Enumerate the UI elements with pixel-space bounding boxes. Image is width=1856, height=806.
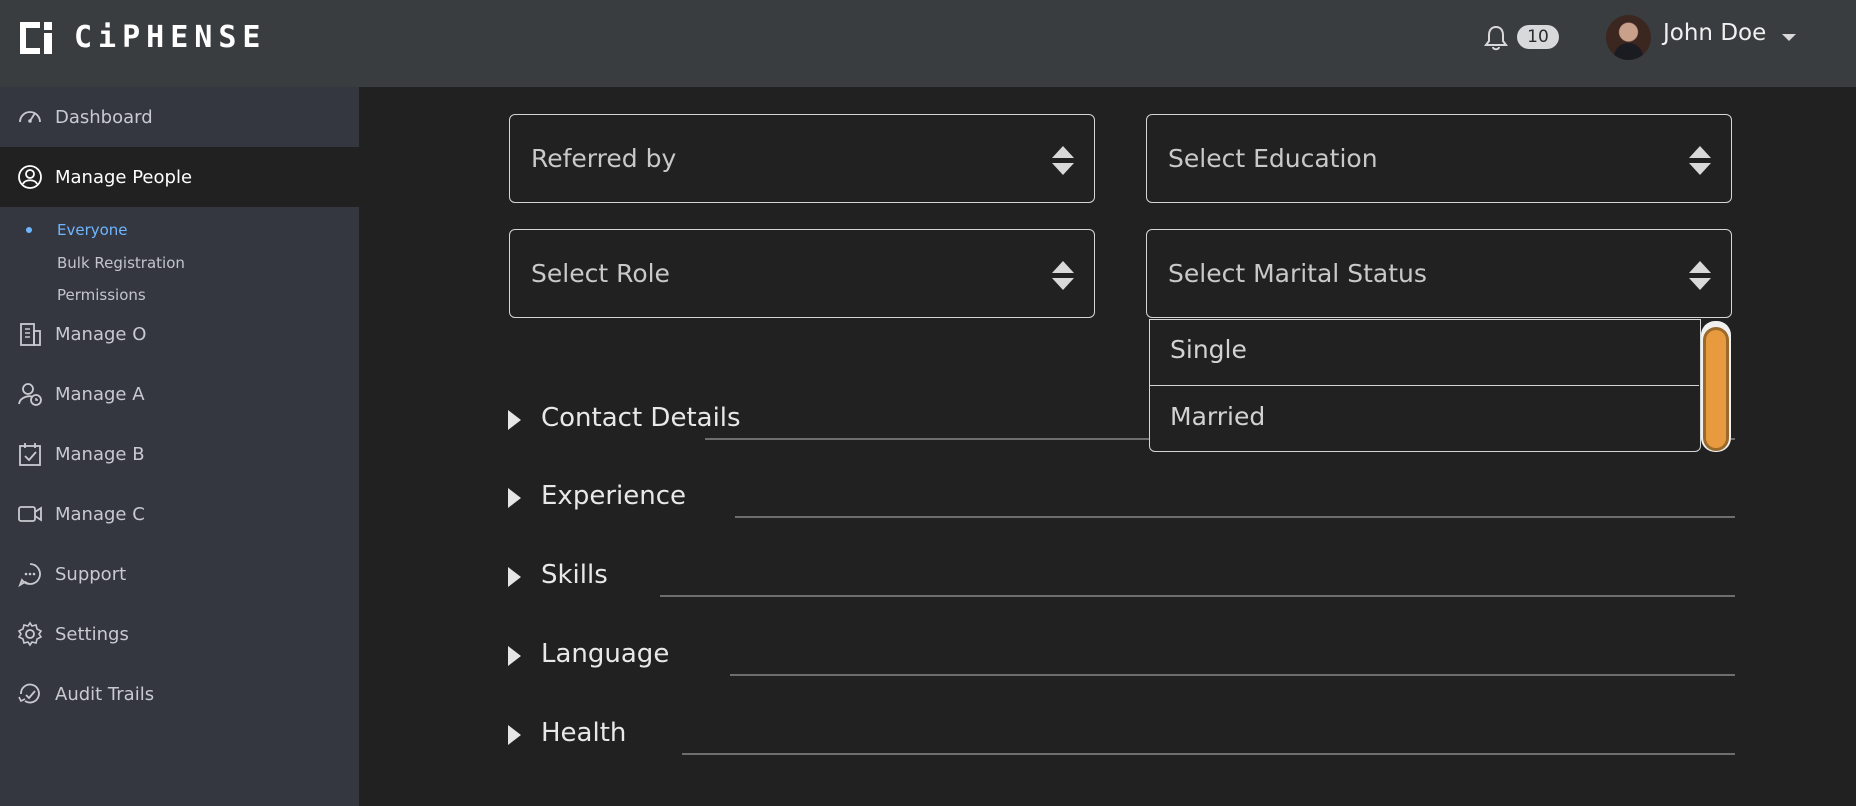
sidebar-item-label: Dashboard	[55, 106, 153, 128]
section-title: Skills	[541, 560, 608, 590]
referred-by-select[interactable]: Referred by	[509, 114, 1095, 203]
sidebar-item-label: Manage C	[55, 503, 145, 525]
section-title: Language	[541, 639, 670, 669]
dropdown-scroll-thumb[interactable]	[1703, 327, 1729, 451]
video-camera-icon	[17, 501, 43, 527]
marital-status-select[interactable]: Select Marital Status	[1146, 229, 1732, 318]
user-clock-icon	[17, 381, 43, 407]
select-value: Select Role	[531, 259, 670, 288]
section-language[interactable]: Language	[505, 636, 1735, 676]
caret-right-icon	[508, 410, 521, 430]
subnav-item-everyone[interactable]: Everyone	[57, 221, 128, 239]
section-title: Contact Details	[541, 403, 741, 433]
active-dot-icon	[26, 227, 32, 233]
section-title: Experience	[541, 481, 686, 511]
sidebar-item-label: Audit Trails	[55, 683, 155, 705]
building-icon	[17, 321, 43, 347]
sidebar: Dashboard Manage People Everyone Bulk Re…	[0, 87, 359, 806]
top-header: CiPHENSE 10 John Doe	[0, 0, 1856, 87]
divider	[660, 595, 1735, 597]
avatar[interactable]	[1606, 15, 1651, 60]
brand-logo[interactable]: CiPHENSE	[18, 18, 267, 56]
bell-icon[interactable]	[1483, 24, 1509, 52]
section-health[interactable]: Health	[505, 715, 1735, 755]
sidebar-item-label: Manage A	[55, 383, 145, 405]
notification-badge[interactable]: 10	[1517, 25, 1559, 49]
calendar-check-icon	[17, 441, 43, 467]
sidebar-item-label: Manage O	[55, 323, 147, 345]
role-select[interactable]: Select Role	[509, 229, 1095, 318]
sidebar-item-manage-o[interactable]: Manage O	[0, 304, 359, 364]
select-value: Select Marital Status	[1168, 259, 1427, 288]
sidebar-item-label: Manage People	[55, 166, 193, 188]
user-circle-icon	[17, 164, 43, 190]
section-experience[interactable]: Experience	[505, 478, 1735, 518]
select-value: Select Education	[1168, 144, 1378, 173]
gear-icon	[17, 621, 43, 647]
section-title: Health	[541, 718, 627, 748]
sidebar-item-label: Support	[55, 563, 127, 585]
sort-arrows-icon	[1689, 261, 1711, 291]
sort-arrows-icon	[1052, 261, 1074, 291]
divider	[735, 516, 1735, 518]
option-label: Married	[1170, 402, 1266, 431]
education-select[interactable]: Select Education	[1146, 114, 1732, 203]
user-name[interactable]: John Doe	[1663, 20, 1766, 46]
subnav-item-bulk-registration[interactable]: Bulk Registration	[57, 254, 185, 272]
brand-name: CiPHENSE	[74, 19, 267, 55]
caret-right-icon	[508, 725, 521, 745]
sidebar-item-label: Settings	[55, 623, 129, 645]
option-label: Single	[1170, 335, 1247, 364]
speedometer-icon	[17, 104, 43, 130]
marital-status-dropdown: Single Married	[1149, 319, 1701, 452]
sidebar-item-manage-a[interactable]: Manage A	[0, 364, 359, 424]
select-value: Referred by	[531, 144, 677, 173]
history-icon	[17, 681, 43, 707]
sidebar-item-manage-b[interactable]: Manage B	[0, 424, 359, 484]
chevron-down-icon[interactable]	[1782, 34, 1796, 41]
sidebar-item-audit-trails[interactable]: Audit Trails	[0, 664, 359, 724]
dropdown-option-married[interactable]: Married	[1150, 387, 1699, 453]
divider	[682, 753, 1735, 755]
sort-arrows-icon	[1689, 146, 1711, 176]
sidebar-item-support[interactable]: Support	[0, 544, 359, 604]
sidebar-item-dashboard[interactable]: Dashboard	[0, 87, 359, 147]
sidebar-item-label: Manage B	[55, 443, 145, 465]
dropdown-option-single[interactable]: Single	[1150, 320, 1699, 386]
sidebar-item-settings[interactable]: Settings	[0, 604, 359, 664]
divider	[730, 674, 1735, 676]
sidebar-item-manage-c[interactable]: Manage C	[0, 484, 359, 544]
sidebar-item-manage-people[interactable]: Manage People	[0, 147, 359, 207]
subnav-item-permissions[interactable]: Permissions	[57, 286, 146, 304]
caret-right-icon	[508, 488, 521, 508]
section-skills[interactable]: Skills	[505, 557, 1735, 597]
caret-right-icon	[508, 646, 521, 666]
chat-bubble-icon	[17, 561, 43, 588]
caret-right-icon	[508, 567, 521, 587]
logo-mark-icon	[18, 18, 56, 56]
sort-arrows-icon	[1052, 146, 1074, 176]
